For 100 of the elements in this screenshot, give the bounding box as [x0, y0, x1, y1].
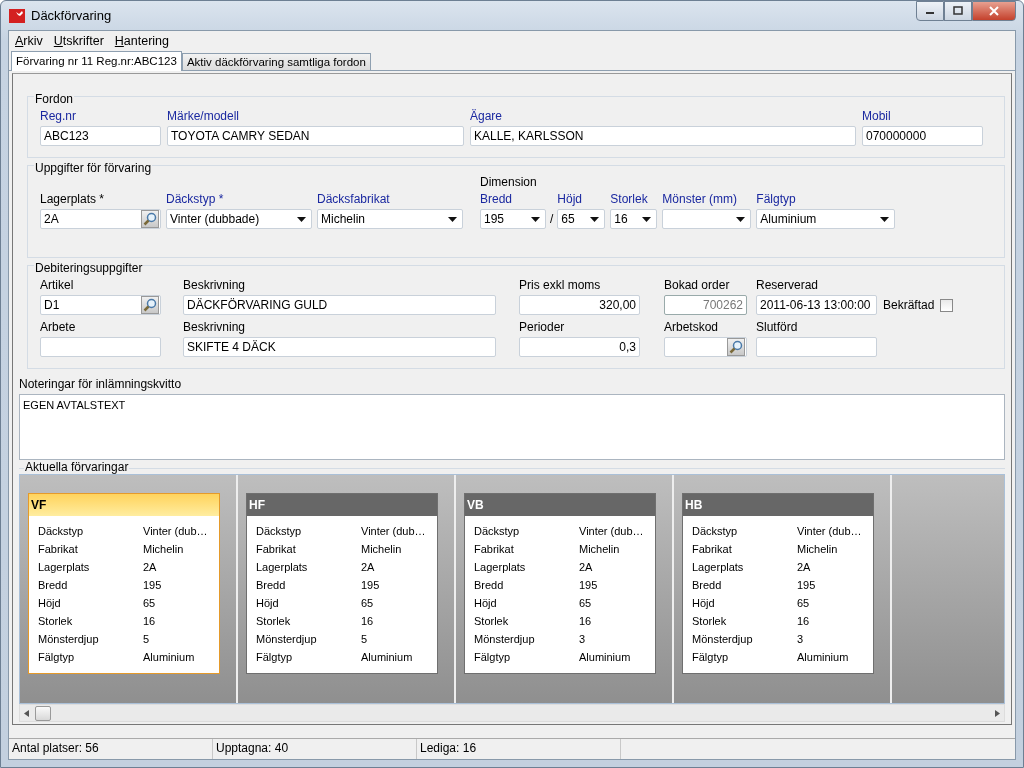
dropdown[interactable]: Aluminium	[756, 209, 896, 229]
field-label: Reserverad	[756, 277, 820, 294]
dropdown[interactable]: 16	[610, 209, 658, 229]
dropdown-arrow-icon	[642, 216, 652, 222]
search-icon	[143, 212, 157, 226]
card-field-label: Fabrikat	[474, 542, 515, 557]
card-field-label: Storlek	[256, 614, 292, 629]
checkbox[interactable]	[940, 298, 954, 312]
card-field-label: Fabrikat	[256, 542, 297, 557]
card-field-label: Fälgtyp	[38, 650, 76, 665]
card-field-value: Michelin	[361, 542, 403, 557]
input-field[interactable]: 320,00	[519, 295, 640, 315]
card-field-value: 16	[143, 614, 157, 629]
input-field[interactable]: 2011-06-13 13:00:00	[756, 295, 877, 315]
card-field-label: Mönsterdjup	[474, 632, 536, 647]
scroll-left-icon	[24, 709, 29, 717]
lookup-field[interactable]: D1	[40, 295, 161, 315]
card-field-value: 2A	[797, 560, 812, 575]
input-field[interactable]: ABC123	[40, 126, 161, 146]
menu-item[interactable]: Arkiv	[15, 34, 43, 48]
storage-card[interactable]: VF Däckstyp Vinter (dub… Fabrikat Michelin Lagerplats 2A Bredd 195 Höjd 65 Storlek 16 Mönsterdjup 5 Fälgtyp Aluminium	[28, 493, 220, 674]
card-field-label: Bredd	[692, 578, 723, 593]
input-field[interactable]	[756, 337, 877, 357]
field-label: Däcksfabrikat	[317, 191, 391, 208]
minimize-button[interactable]	[916, 1, 944, 21]
field-label: Fälgtyp	[756, 191, 797, 208]
storage-card[interactable]: HF Däckstyp Vinter (dub… Fabrikat Michelin Lagerplats 2A Bredd 195 Höjd 65 Storlek 16 Mönsterdjup 5 Fälgtyp Aluminium	[246, 493, 438, 674]
card-field-label: Däckstyp	[256, 524, 303, 539]
status-text: Lediga: 16	[417, 739, 621, 759]
tab[interactable]: Aktiv däckförvaring samtliga fordon	[181, 53, 371, 70]
lookup-field[interactable]	[664, 337, 747, 357]
card-field-label: Fälgtyp	[692, 650, 730, 665]
dropdown[interactable]: 195	[480, 209, 546, 229]
card-field-value: Vinter (dub…	[579, 524, 645, 539]
app-icon	[9, 7, 25, 24]
card-field-label: Bredd	[38, 578, 69, 593]
card-field-label: Fälgtyp	[256, 650, 294, 665]
card-title: HB	[683, 494, 873, 516]
card-field-value: 2A	[143, 560, 158, 575]
close-button[interactable]	[972, 1, 1016, 21]
card-field-value: 65	[143, 596, 157, 611]
input-field[interactable]: SKIFTE 4 DÄCK	[183, 337, 496, 357]
search-button[interactable]	[141, 296, 159, 314]
dropdown[interactable]: Michelin	[317, 209, 463, 229]
field-label: Noteringar för inlämningskvitto	[19, 376, 183, 393]
field-label: Bokad order	[664, 277, 731, 294]
card-field-value: Aluminium	[797, 650, 850, 665]
card-field-label: Fabrikat	[38, 542, 79, 557]
field-label: Pris exkl moms	[519, 277, 602, 294]
field-label: Märke/modell	[167, 108, 241, 125]
input-field[interactable]: 0,3	[519, 337, 640, 357]
card-field-label: Däckstyp	[38, 524, 85, 539]
card-field-label: Höjd	[256, 596, 280, 611]
storage-card[interactable]: VB Däckstyp Vinter (dub… Fabrikat Michelin Lagerplats 2A Bredd 195 Höjd 65 Storlek 16 Mönsterdjup 3 Fälgtyp Aluminium	[464, 493, 656, 674]
field-label: Lagerplats *	[40, 191, 106, 208]
lookup-field[interactable]: 2A	[40, 209, 161, 229]
field-label: Dimension	[480, 175, 538, 189]
card-field-value: Aluminium	[579, 650, 632, 665]
scroll-thumb[interactable]	[35, 705, 51, 721]
tab[interactable]: Förvaring nr 11 Reg.nr:ABC123	[11, 51, 182, 71]
menu-item[interactable]: Utskrifter	[53, 34, 104, 48]
input-field[interactable]: KALLE, KARLSSON	[470, 126, 856, 146]
card-field-value: 3	[579, 632, 587, 647]
card-field-value: 65	[797, 596, 811, 611]
field-label: Däckstyp *	[166, 191, 225, 208]
card-field-value: 3	[797, 632, 805, 647]
card-field-value: Aluminium	[143, 650, 196, 665]
dropdown-arrow-icon	[736, 216, 746, 222]
storage-card[interactable]: HB Däckstyp Vinter (dub… Fabrikat Michelin Lagerplats 2A Bredd 195 Höjd 65 Storlek 16 Mönsterdjup 3 Fälgtyp Aluminium	[682, 493, 874, 674]
search-button[interactable]	[141, 210, 159, 228]
input-field[interactable]	[40, 337, 161, 357]
input-field[interactable]: 070000000	[862, 126, 983, 146]
card-field-label: Däckstyp	[692, 524, 739, 539]
notes-field[interactable]: EGEN AVTALSTEXT	[19, 394, 1005, 460]
dropdown[interactable]: Vinter (dubbade)	[166, 209, 312, 229]
card-field-value: Vinter (dub…	[143, 524, 209, 539]
field-label: Arbete	[40, 319, 77, 336]
card-field-label: Höjd	[38, 596, 62, 611]
status-text: Upptagna: 40	[213, 739, 417, 759]
field-label: Mönster (mm)	[662, 191, 738, 208]
menu-item[interactable]: Hantering	[114, 34, 170, 48]
field-label: Beskrivning	[183, 319, 247, 336]
dropdown[interactable]: 65	[557, 209, 606, 229]
horizontal-scrollbar[interactable]	[19, 704, 1005, 722]
field-label: Ägare	[470, 108, 504, 125]
card-field-label: Storlek	[38, 614, 74, 629]
maximize-button[interactable]	[944, 1, 972, 21]
close-icon	[989, 6, 999, 16]
card-field-value: 16	[579, 614, 593, 629]
card-field-label: Bredd	[256, 578, 287, 593]
input-field[interactable]: TOYOTA CAMRY SEDAN	[167, 126, 464, 146]
input-field[interactable]: DÄCKFÖRVARING GULD	[183, 295, 496, 315]
field-label: Beskrivning	[183, 277, 247, 294]
card-field-label: Däckstyp	[474, 524, 521, 539]
card-field-label: Fälgtyp	[474, 650, 512, 665]
search-button[interactable]	[727, 338, 745, 356]
card-field-value: 16	[797, 614, 811, 629]
card-field-label: Storlek	[692, 614, 728, 629]
dropdown-arrow-icon	[297, 216, 306, 222]
scroll-right-icon	[995, 709, 1000, 717]
